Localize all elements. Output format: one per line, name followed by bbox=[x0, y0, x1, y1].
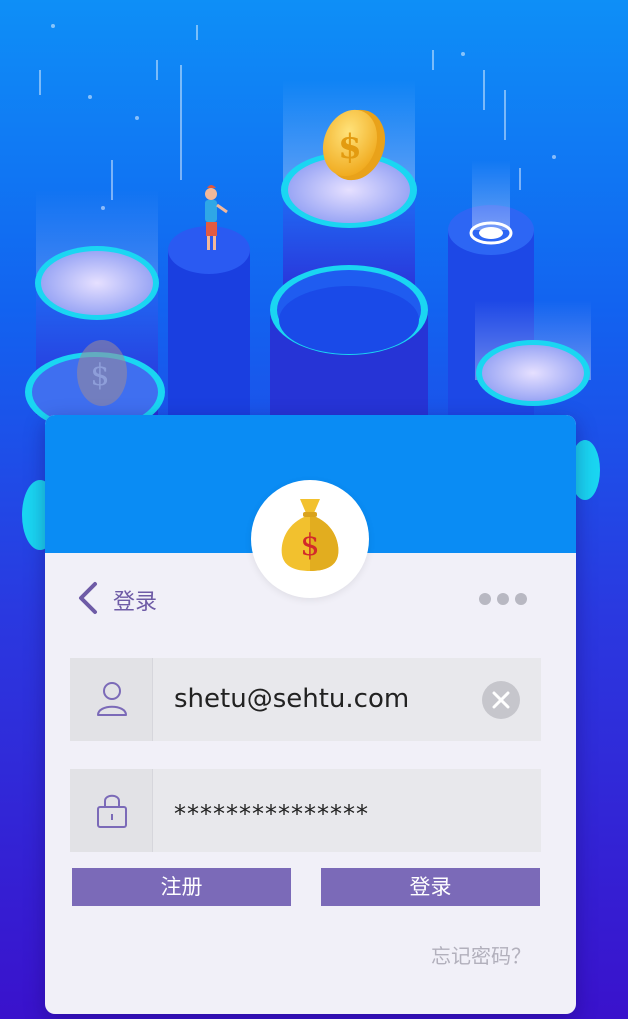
username-value[interactable]: shetu@sehtu.com bbox=[174, 658, 409, 741]
username-field[interactable]: shetu@sehtu.com bbox=[70, 658, 541, 741]
coin-symbol: $ bbox=[338, 127, 362, 167]
password-icon-box bbox=[70, 769, 153, 852]
username-icon-box bbox=[70, 658, 153, 741]
chevron-left-icon[interactable] bbox=[75, 581, 101, 615]
more-dots-icon[interactable] bbox=[479, 589, 533, 609]
clear-x-icon[interactable] bbox=[482, 681, 520, 719]
bag-dollar-symbol: $ bbox=[300, 528, 319, 563]
page-title: 登录 bbox=[113, 590, 158, 615]
password-value[interactable]: *************** bbox=[174, 773, 369, 856]
money-bag-icon: $ bbox=[281, 499, 339, 571]
nav-bar: 登录 bbox=[45, 575, 576, 621]
lock-icon bbox=[97, 794, 127, 828]
register-button[interactable]: 注册 bbox=[72, 868, 291, 906]
password-field[interactable]: *************** bbox=[70, 769, 541, 852]
user-icon bbox=[97, 682, 127, 716]
faded-coin-symbol: $ bbox=[90, 358, 109, 393]
login-card: $ 登录 shetu@sehtu.com *************** 注册 … bbox=[45, 415, 576, 1014]
forgot-password-link[interactable]: 忘记密码？ bbox=[431, 940, 531, 969]
login-button[interactable]: 登录 bbox=[321, 868, 540, 906]
